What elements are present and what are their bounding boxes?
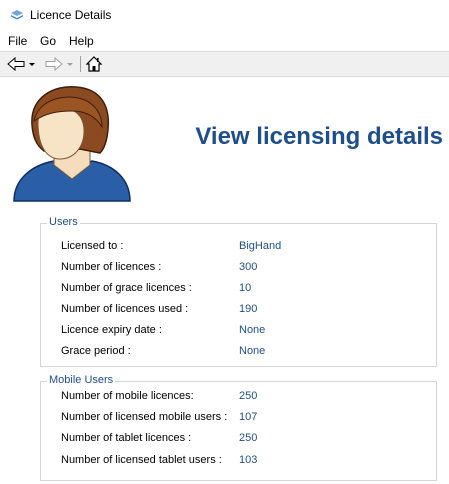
window-title: Licence Details [30,8,112,22]
row-value: 250 [239,390,258,402]
row-value: 250 [239,432,258,444]
info-row: Number of tablet licences : 250 [41,432,436,448]
back-button[interactable] [6,55,38,73]
info-row: Number of licensed mobile users : 107 [41,411,436,427]
row-value: None [239,345,266,357]
row-value: 107 [239,411,258,423]
app-icon [11,10,23,20]
info-row: Number of mobile licences: 250 [41,390,436,406]
info-row: Grace period : None [41,345,436,361]
content-area: View licensing details Users Licensed to… [0,77,449,484]
row-label: Licensed to : [61,240,124,252]
toolbar-separator [80,56,81,72]
back-arrow-icon [7,56,35,72]
row-label: Number of grace licences : [61,282,192,294]
menu-bar: File Go Help [0,32,449,50]
info-row: Number of grace licences : 10 [41,282,436,298]
user-avatar-icon [13,86,131,202]
info-row: Number of licensed tablet users : 103 [41,454,436,470]
row-label: Number of licensed mobile users : [61,411,228,423]
mobile-users-legend: Mobile Users [47,374,116,386]
row-value: 190 [239,303,258,315]
users-group: Users Licensed to : BigHand Number of li… [40,216,437,367]
mobile-users-group: Mobile Users Number of mobile licences: … [40,374,437,481]
page-title: View licensing details [195,123,443,150]
info-row: Licence expiry date : None [41,324,436,340]
row-label: Number of tablet licences : [61,432,192,444]
menu-file[interactable]: File [8,34,27,48]
toolbar [0,51,449,77]
forward-button[interactable] [44,55,76,73]
row-value: BigHand [239,240,282,252]
row-value: 10 [239,282,252,294]
row-label: Number of mobile licences: [61,390,194,402]
row-label: Grace period : [61,345,131,357]
row-label: Number of licences : [61,261,162,273]
menu-go[interactable]: Go [40,34,56,48]
menu-help[interactable]: Help [69,34,94,48]
title-bar: Licence Details [0,0,449,30]
home-icon [85,56,103,72]
row-label: Number of licensed tablet users : [61,454,222,466]
users-legend: Users [47,216,80,228]
info-row: Licensed to : BigHand [41,240,436,256]
home-button[interactable] [85,55,103,73]
row-value: 103 [239,454,258,466]
row-label: Licence expiry date : [61,324,162,336]
row-value: None [239,324,266,336]
row-value: 300 [239,261,258,273]
forward-arrow-icon [45,56,73,72]
info-row: Number of licences used : 190 [41,303,436,319]
info-row: Number of licences : 300 [41,261,436,277]
row-label: Number of licences used : [61,303,189,315]
